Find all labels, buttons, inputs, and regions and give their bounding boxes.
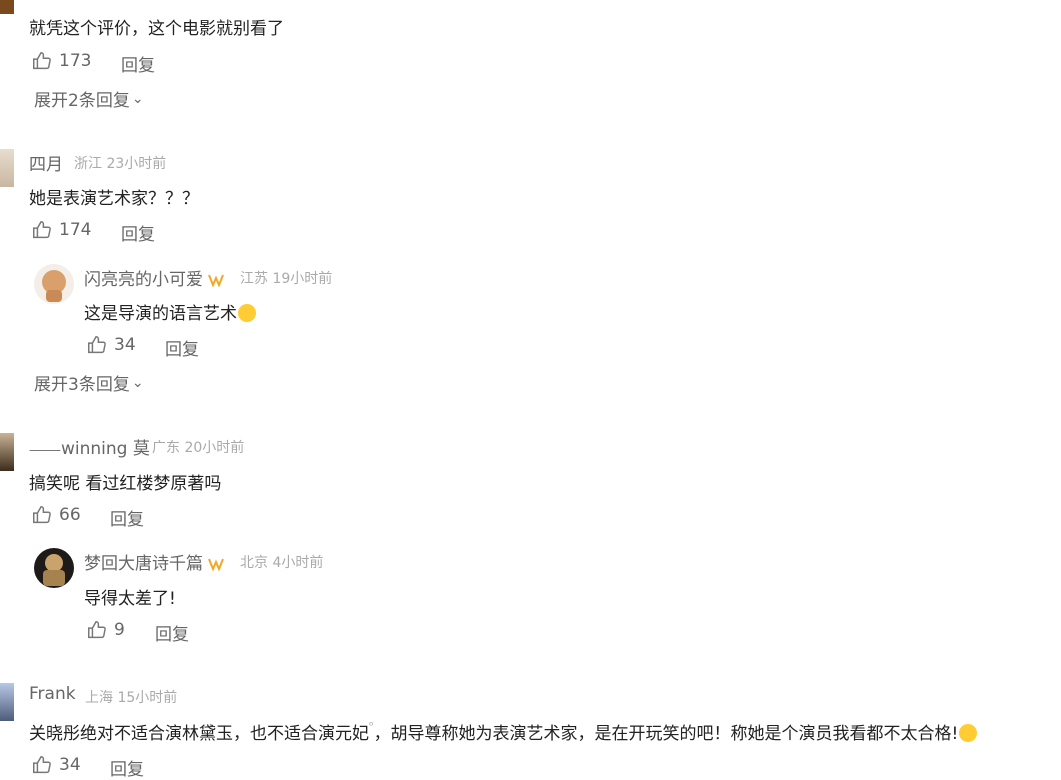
like-count: 66 [59,505,81,525]
location: 浙江 [74,156,102,172]
reply-button[interactable]: 回复 [110,505,144,530]
username-label: 梦回大唐诗千篇 [84,554,203,574]
location: 上海 [85,690,113,706]
timestamp: 15小时前 [117,690,178,706]
like-button[interactable]: 9 [86,619,125,641]
comment-text: 导得太差了! [84,589,176,609]
verified-badge-icon [208,558,224,571]
comment-text: 她是表演艺术家？？？ [29,189,199,209]
username[interactable]: 闪亮亮的小可爱 [84,265,225,290]
meta: 广东 20小时前 [152,437,244,457]
like-count: 173 [59,51,92,71]
comment-text-content: 这是导演的语言艺术 [84,304,237,324]
comment-text: 关晓彤绝对不适合演林黛玉，也不适合演元妃ᵒ，胡导尊称她为表演艺术家，是在开玩笑的… [29,719,978,744]
like-button[interactable]: 173 [31,50,91,72]
avatar[interactable] [34,264,74,304]
verified-badge-icon [208,274,224,287]
username[interactable]: Frank [29,684,76,704]
timestamp: 19小时前 [272,271,333,287]
like-count: 34 [114,335,136,355]
avatar[interactable] [34,548,74,588]
thumbs-up-icon [33,221,51,239]
location: 广东 [152,440,180,456]
like-count: 9 [114,620,125,640]
username-label: 闪亮亮的小可爱 [84,270,203,290]
comment-text: 这是导演的语言艺术 [84,299,256,324]
grin-emoji-icon [238,304,256,322]
timestamp: 4小时前 [272,555,324,571]
meta: 上海 15小时前 [85,687,177,707]
avatar[interactable] [0,433,14,471]
thumbs-up-icon [33,506,51,524]
location: 北京 [240,555,268,571]
avatar[interactable] [0,683,14,721]
like-button[interactable]: 66 [31,504,81,526]
reply-button[interactable]: 回复 [110,755,144,780]
comment-text: 就凭这个评价，这个电影就别看了 [29,19,284,39]
cat-emoji-icon [959,724,978,742]
shoe-icon: ⸻ [29,443,61,458]
chevron-down-icon: ⌄ [131,374,144,391]
avatar[interactable] [0,0,14,14]
username[interactable]: ⸻winning 莫 [29,434,150,459]
thumbs-up-icon [88,621,106,639]
meta: 北京 4小时前 [240,552,323,572]
username[interactable]: 梦回大唐诗千篇 [84,549,225,574]
like-button[interactable]: 34 [31,754,81,776]
like-count: 34 [59,755,81,775]
location: 江苏 [240,271,268,287]
comment-text: 搞笑呢 看过红楼梦原著吗 [29,474,222,494]
reply-button[interactable]: 回复 [165,335,199,360]
thumbs-up-icon [33,756,51,774]
expand-replies-button[interactable]: 展开3条回复 ⌄ [34,370,144,396]
avatar[interactable] [0,149,14,187]
expand-replies-button[interactable]: 展开2条回复 ⌄ [34,86,144,112]
like-button[interactable]: 174 [31,219,91,241]
meta: 浙江 23小时前 [74,153,166,173]
comment-text-content: ，胡导尊称她为表演艺术家，是在开玩笑的吧！称她是个演员我看都不太合格! [373,724,959,744]
expand-label: 展开3条回复 [34,375,130,395]
reply-button[interactable]: 回复 [121,51,155,76]
meta: 江苏 19小时前 [240,268,332,288]
thumbs-up-icon [88,336,106,354]
username-label: winning 莫 [60,439,150,459]
expand-label: 展开2条回复 [34,91,130,111]
like-button[interactable]: 34 [86,334,136,356]
reply-button[interactable]: 回复 [121,220,155,245]
like-count: 174 [59,220,92,240]
timestamp: 20小时前 [184,440,245,456]
reply-button[interactable]: 回复 [155,620,189,645]
username[interactable]: 四月 [29,150,63,175]
comment-text-content: 关晓彤绝对不适合演林黛玉，也不适合演元妃 [29,724,369,744]
thumbs-up-icon [33,52,51,70]
chevron-down-icon: ⌄ [131,90,144,107]
timestamp: 23小时前 [106,156,167,172]
